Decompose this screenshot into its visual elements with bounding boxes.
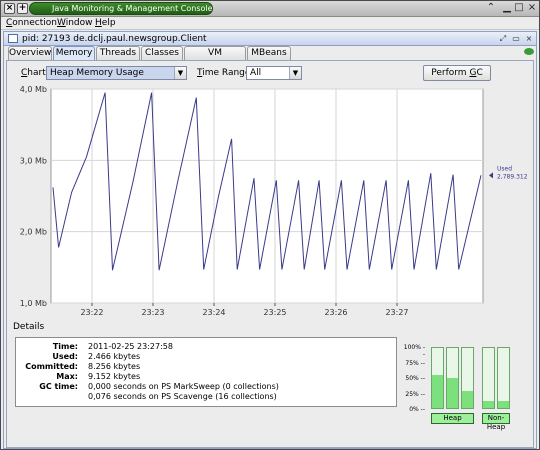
details-row: Max: 9.152 kbytes: [16, 372, 398, 382]
minimize-frame-icon[interactable]: ▭: [511, 34, 521, 44]
details-value: 2.466 kbytes: [88, 352, 141, 361]
memory-tick-label: 0% --: [409, 406, 425, 413]
details-key: Max:: [56, 372, 78, 381]
details-row: Used: 2.466 kbytes: [16, 352, 398, 362]
chart-label: Chart:: [21, 67, 49, 79]
memory-pool-bar[interactable]: [431, 347, 444, 409]
memory-pool-bar[interactable]: [497, 347, 510, 409]
legend-marker-icon: [489, 172, 493, 179]
x-tick-label: 23:26: [324, 308, 347, 317]
minimize-icon[interactable]: ▁: [501, 3, 513, 14]
chart-select-value: Heap Memory Usage: [50, 68, 144, 78]
menu-help-label: elp: [101, 18, 116, 28]
x-tick-label: 23:24: [202, 308, 225, 317]
connection-status-icon: [524, 48, 534, 55]
details-value: 0,000 seconds on PS MarkSweep (0 collect…: [88, 382, 279, 391]
memory-pool-bars: 100% -- 75% -- 50% -- 25% -- 0% -- Heap Non-H…: [403, 341, 533, 431]
details-key: Time:: [52, 342, 78, 351]
menu-window-mnemonic: W: [57, 18, 66, 28]
tab-classes[interactable]: Classes: [141, 46, 183, 60]
close-icon[interactable]: ×: [526, 3, 538, 14]
frame-title-bar: pid: 27193 de.dclj.paul.newsgroup.Client…: [4, 32, 536, 46]
y-tick-label: 3,0 Mb: [20, 156, 47, 165]
menu-window-label: indow: [65, 18, 93, 28]
y-tick-label: 4,0 Mb: [20, 85, 47, 94]
tab-memory[interactable]: Memory: [53, 46, 95, 60]
details-value: 2011-02-25 23:27:58: [88, 342, 173, 351]
memory-pool-bar[interactable]: [482, 347, 495, 409]
menu-connection[interactable]: Connection: [6, 17, 57, 29]
memory-pool-bar[interactable]: [461, 347, 474, 409]
memory-tick-label: 100% --: [403, 344, 425, 358]
details-row: GC time: 0,000 seconds on PS MarkSweep (0…: [16, 382, 398, 392]
details-key: Used:: [52, 352, 78, 361]
memory-tick-label: 50% --: [405, 375, 425, 382]
title-bar: × + Java Monitoring & Management Console…: [1, 1, 539, 17]
menu-bar: Connection Window Help: [1, 17, 539, 30]
details-box: Time: 2011-02-25 23:27:58 Used: 2.466 kbyte…: [15, 337, 397, 407]
tab-mbeans[interactable]: MBeans: [247, 46, 291, 60]
details-row: Time: 2011-02-25 23:27:58: [16, 342, 398, 352]
memory-pool-fill: [447, 378, 458, 408]
details-key: Committed:: [25, 362, 78, 371]
time-range-label: Time Range:: [197, 67, 253, 79]
memory-pool-fill: [483, 400, 494, 408]
x-tick-label: 23:25: [263, 308, 286, 317]
window-title: Java Monitoring & Management Console: [29, 2, 213, 15]
details-row: 0,076 seconds on PS Scavenge (16 collect…: [16, 392, 398, 402]
perform-gc-label-b: C: [476, 68, 483, 78]
memory-pool-fill: [498, 400, 509, 408]
memory-pool-bar[interactable]: [446, 347, 459, 409]
details-value: 8.256 kbytes: [88, 362, 141, 371]
x-tick-label: 23:27: [385, 308, 408, 317]
shade-icon[interactable]: ⌃: [485, 3, 497, 14]
time-range-select[interactable]: All ▼: [246, 66, 302, 80]
details-value: 9.152 kbytes: [88, 372, 141, 381]
frame-icon: [8, 34, 18, 43]
tab-overview[interactable]: Overview: [8, 46, 52, 60]
plot-area: [50, 88, 484, 304]
legend-value: 2,789.312: [497, 173, 528, 180]
maximize-icon[interactable]: □: [513, 3, 525, 14]
y-tick-label: 2,0 Mb: [20, 228, 47, 237]
close-window-icon[interactable]: ×: [4, 3, 15, 14]
memory-tick-label: 75% --: [405, 359, 425, 367]
perform-gc-label-a: Perform: [431, 68, 470, 78]
menu-help[interactable]: Help: [95, 17, 116, 29]
memory-pool-fill: [432, 375, 443, 408]
restore-frame-icon[interactable]: ⤢: [498, 34, 508, 44]
chart-select[interactable]: Heap Memory Usage ▼: [46, 66, 187, 80]
time-range-value: All: [250, 68, 262, 78]
perform-gc-button[interactable]: Perform GC: [423, 65, 491, 81]
frame-title: pid: 27193 de.dclj.paul.newsgroup.Client: [22, 34, 207, 44]
heap-memory-chart: 4,0 Mb 3,0 Mb 2,0 Mb 1,0 Mb 23:22 23:23 23:24 2…: [20, 85, 528, 317]
menu-connection-label: onnection: [12, 18, 57, 28]
chevron-down-icon[interactable]: ▼: [289, 67, 301, 79]
menu-help-mnemonic: H: [95, 18, 102, 28]
add-window-icon[interactable]: +: [17, 3, 28, 14]
x-tick-label: 23:23: [141, 308, 164, 317]
details-title: Details: [13, 322, 45, 332]
chevron-down-icon[interactable]: ▼: [174, 67, 186, 79]
tab-threads[interactable]: Threads: [96, 46, 140, 60]
non-heap-label[interactable]: Non-Heap: [482, 413, 510, 431]
memory-tick-label: 25% --: [405, 390, 425, 398]
tab-vm-summary[interactable]: VM Summary: [184, 46, 246, 71]
memory-pool-fill: [462, 391, 473, 408]
x-tick-label: 23:22: [80, 308, 103, 317]
app-window: × + Java Monitoring & Management Console…: [0, 0, 540, 450]
details-key: GC time:: [39, 382, 78, 391]
details-row: Committed: 8.256 kbytes: [16, 362, 398, 372]
y-tick-label: 1,0 Mb: [20, 299, 47, 308]
heap-label[interactable]: Heap: [431, 413, 474, 424]
menu-window[interactable]: Window: [57, 17, 93, 29]
legend-label: Used: [497, 165, 512, 172]
details-value: 0,076 seconds on PS Scavenge (16 collect…: [88, 392, 277, 401]
close-frame-icon[interactable]: ×: [524, 34, 534, 44]
